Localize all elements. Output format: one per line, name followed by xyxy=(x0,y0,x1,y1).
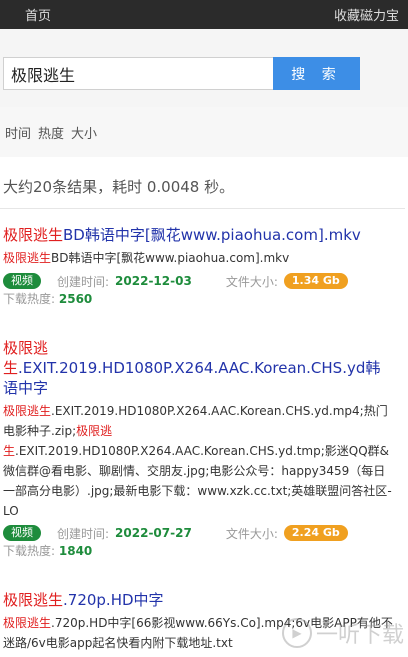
heat-value: 2560 xyxy=(58,292,93,306)
result-title-link[interactable]: 极限逃生BD韩语中字[飘花www.piaohua.com].mkv xyxy=(3,225,403,245)
sort-by-heat[interactable]: 热度 xyxy=(38,123,64,142)
created-date: 2022-07-27 xyxy=(115,526,192,540)
desc-text: BD韩语中字[飘花www.piaohua.com].mkv xyxy=(51,251,290,265)
result-meta: 视频 创建时间: 2022-12-03 文件大小: 1.34 Gb xyxy=(3,271,403,291)
search-input[interactable] xyxy=(3,57,273,90)
desc-text: .EXIT.2019.HD1080P.X264.AAC.Korean.CHS.y… xyxy=(3,444,392,518)
bookmark-link[interactable]: 收藏磁力宝 xyxy=(334,5,399,24)
heat-label: 下载热度: xyxy=(3,292,56,306)
title-highlight: 极限逃生 xyxy=(3,226,64,244)
desc-text: .EXIT.2019.HD1080P.X264.AAC.Korean.CHS.y… xyxy=(3,404,388,438)
sort-by-size[interactable]: 大小 xyxy=(71,123,97,142)
size-badge: 2.24 Gb xyxy=(283,525,348,541)
result-title-link[interactable]: 极限逃生.EXIT.2019.HD1080P.X264.AAC.Korean.C… xyxy=(3,338,393,398)
home-link[interactable]: 首页 xyxy=(25,5,51,24)
top-bar: 首页 收藏磁力宝 xyxy=(0,0,408,29)
search-button[interactable]: 搜 索 xyxy=(273,57,360,90)
result-meta: 视频 创建时间: 2022-07-27 文件大小: 2.24 Gb xyxy=(3,523,393,543)
watermark-text: 一听下载 xyxy=(315,623,404,648)
watermark-logo-icon: ▶ xyxy=(281,618,312,648)
created-date: 2022-12-03 xyxy=(115,274,192,288)
type-badge: 视频 xyxy=(3,273,41,289)
desc-highlight: 极限逃生 xyxy=(3,251,52,265)
result-summary: 大约20条结果，耗时 0.0048 秒。 xyxy=(3,178,235,196)
result-description: 极限逃生.EXIT.2019.HD1080P.X264.AAC.Korean.C… xyxy=(3,401,393,521)
created-label: 创建时间: xyxy=(57,274,110,289)
result-description: 极限逃生BD韩语中字[飘花www.piaohua.com].mkv xyxy=(3,248,403,268)
title-highlight: 极限逃生 xyxy=(3,591,64,609)
title-text: .EXIT.2019.HD1080P.X264.AAC.Korean.CHS.y… xyxy=(3,359,381,397)
desc-highlight: 极限逃生 xyxy=(3,616,52,630)
type-badge: 视频 xyxy=(3,525,41,541)
size-label: 文件大小: xyxy=(225,274,278,289)
result-item: 极限逃生.EXIT.2019.HD1080P.X264.AAC.Korean.C… xyxy=(3,338,393,559)
desc-highlight: 极限逃生 xyxy=(3,404,52,418)
result-item: 极限逃生BD韩语中字[飘花www.piaohua.com].mkv 极限逃生BD… xyxy=(3,225,403,307)
created-label: 创建时间: xyxy=(57,526,110,541)
heat-label: 下载热度: xyxy=(3,544,56,558)
heat-value: 1840 xyxy=(58,544,93,558)
divider xyxy=(0,208,405,209)
download-heat: 下载热度: 2560 xyxy=(3,291,403,307)
sort-by-time[interactable]: 时间 xyxy=(5,123,31,142)
search-area: 搜 索 xyxy=(0,29,408,107)
download-heat: 下载热度: 1840 xyxy=(3,543,393,559)
sort-bar: 时间 热度 大小 xyxy=(0,107,408,157)
watermark: ▶ 一听下载 xyxy=(281,617,404,649)
size-badge: 1.34 Gb xyxy=(283,273,348,289)
size-label: 文件大小: xyxy=(225,526,278,541)
title-text: .720p.HD中字 xyxy=(63,591,164,609)
result-title-link[interactable]: 极限逃生.720p.HD中字 xyxy=(3,590,403,610)
title-text: BD韩语中字[飘花www.piaohua.com].mkv xyxy=(63,226,361,244)
